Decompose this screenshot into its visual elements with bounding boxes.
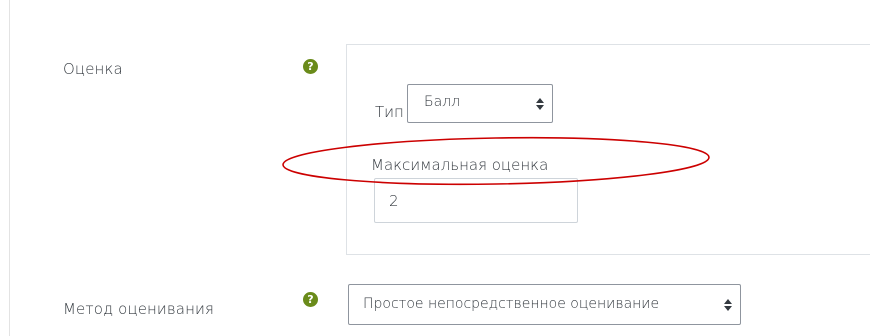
grade-label: Оценка [63, 60, 123, 78]
grade-type-select-value: Балл [424, 94, 461, 110]
grade-help-icon[interactable]: ? [303, 59, 318, 74]
max-grade-input[interactable]: 2 [374, 178, 578, 223]
grading-method-select-value: Простое непосредственное оценивание [363, 296, 660, 312]
max-grade-label: Максимальная оценка [371, 156, 549, 174]
grade-type-label: Тип [375, 103, 404, 121]
max-grade-input-value: 2 [389, 192, 399, 210]
grade-type-select[interactable]: Балл [407, 84, 553, 123]
grade-settings-section: Оценка ? Тип Балл Максимальная оценка 2 … [0, 0, 870, 336]
grading-method-select[interactable]: Простое непосредственное оценивание [348, 284, 741, 325]
select-arrows-icon [724, 298, 732, 311]
grading-method-label: Метод оценивания [63, 300, 214, 318]
grade-fieldset [346, 44, 870, 255]
section-divider [9, 0, 10, 336]
grading-method-help-icon[interactable]: ? [303, 292, 318, 307]
select-arrows-icon [536, 97, 544, 110]
